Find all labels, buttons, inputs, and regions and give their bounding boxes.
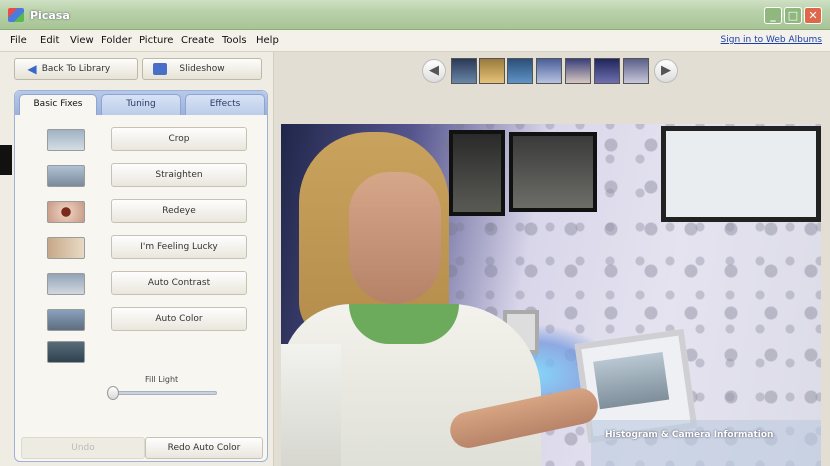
- menu-bar: File Edit View Folder Picture Create Too…: [0, 30, 830, 52]
- straighten-button[interactable]: Straighten: [111, 163, 247, 187]
- histogram-info-label: Histogram & Camera Information: [605, 430, 774, 440]
- picasa-logo-icon: [8, 8, 24, 22]
- menu-picture[interactable]: Picture: [139, 35, 173, 46]
- sign-in-link[interactable]: Sign in to Web Albums: [721, 35, 822, 45]
- main-view: ◀ ▶ Histogram & Camera Information: [274, 52, 830, 466]
- crop-preview-icon: [47, 129, 85, 151]
- back-to-library-button[interactable]: ◀ Back To Library: [14, 58, 138, 80]
- photo-person-sleeve: [281, 344, 341, 466]
- photo-frame-screen: [593, 351, 670, 410]
- photo-screen: [509, 132, 597, 212]
- window-title: Picasa: [30, 9, 70, 22]
- slideshow-label: Slideshow: [179, 64, 225, 74]
- auto-contrast-preview-icon: [47, 273, 85, 295]
- tab-basic-fixes[interactable]: Basic Fixes: [19, 94, 97, 115]
- previous-photo-button[interactable]: ◀: [422, 59, 446, 83]
- back-to-library-label: Back To Library: [41, 64, 111, 74]
- minimize-button[interactable]: _: [764, 7, 782, 24]
- photo-screen: [661, 126, 821, 222]
- slideshow-button[interactable]: Slideshow: [142, 58, 262, 80]
- histogram-info-overlay[interactable]: Histogram & Camera Information: [591, 420, 821, 466]
- fill-light-label: Fill Light: [145, 375, 179, 384]
- crop-button[interactable]: Crop: [111, 127, 247, 151]
- menu-view[interactable]: View: [70, 35, 94, 46]
- edit-panel: ◀ Back To Library Slideshow Basic Fixes …: [0, 52, 274, 466]
- tab-bar: Basic Fixes Tuning Effects: [15, 91, 267, 115]
- redo-auto-color-button[interactable]: Redo Auto Color: [145, 437, 263, 459]
- feeling-lucky-preview-icon: [47, 237, 85, 259]
- photo-view[interactable]: Histogram & Camera Information: [281, 124, 821, 466]
- picasa-window: Picasa _ □ ✕ File Edit View Folder Pictu…: [0, 0, 830, 466]
- straighten-preview-icon: [47, 165, 85, 187]
- maximize-button[interactable]: □: [784, 7, 802, 24]
- title-bar: Picasa _ □ ✕: [0, 0, 830, 30]
- redeye-preview-icon: [47, 201, 85, 223]
- edit-tabs: Basic Fixes Tuning Effects Crop Straight…: [14, 90, 268, 462]
- auto-color-preview-icon: [47, 309, 85, 331]
- back-arrow-icon: ◀: [27, 62, 37, 76]
- filmstrip-thumb[interactable]: [623, 58, 649, 84]
- filmstrip-thumb[interactable]: [479, 58, 505, 84]
- auto-contrast-button[interactable]: Auto Contrast: [111, 271, 247, 295]
- auto-color-button[interactable]: Auto Color: [111, 307, 247, 331]
- feeling-lucky-button[interactable]: I'm Feeling Lucky: [111, 235, 247, 259]
- dark-block: [0, 145, 12, 175]
- undo-button[interactable]: Undo: [21, 437, 145, 459]
- redeye-button[interactable]: Redeye: [111, 199, 247, 223]
- filmstrip-thumb[interactable]: [536, 58, 562, 84]
- fill-light-preview-icon: [47, 341, 85, 363]
- menu-create[interactable]: Create: [181, 35, 214, 46]
- menu-file[interactable]: File: [10, 35, 27, 46]
- filmstrip-thumb[interactable]: [507, 58, 533, 84]
- filmstrip-thumb[interactable]: [594, 58, 620, 84]
- fill-light-slider[interactable]: [111, 391, 217, 395]
- filmstrip-thumb[interactable]: [451, 58, 477, 84]
- tab-effects[interactable]: Effects: [185, 94, 265, 115]
- menu-help[interactable]: Help: [256, 35, 279, 46]
- next-photo-button[interactable]: ▶: [654, 59, 678, 83]
- close-button[interactable]: ✕: [804, 7, 822, 24]
- filmstrip: ◀ ▶: [274, 52, 830, 92]
- filmstrip-thumb[interactable]: [565, 58, 591, 84]
- photo-person-face: [349, 172, 441, 304]
- slideshow-icon: [153, 63, 167, 75]
- menu-folder[interactable]: Folder: [101, 35, 132, 46]
- fill-light-slider-handle[interactable]: [107, 386, 119, 400]
- tab-tuning[interactable]: Tuning: [101, 94, 181, 115]
- menu-edit[interactable]: Edit: [40, 35, 59, 46]
- menu-tools[interactable]: Tools: [222, 35, 247, 46]
- photo-screen: [449, 130, 505, 216]
